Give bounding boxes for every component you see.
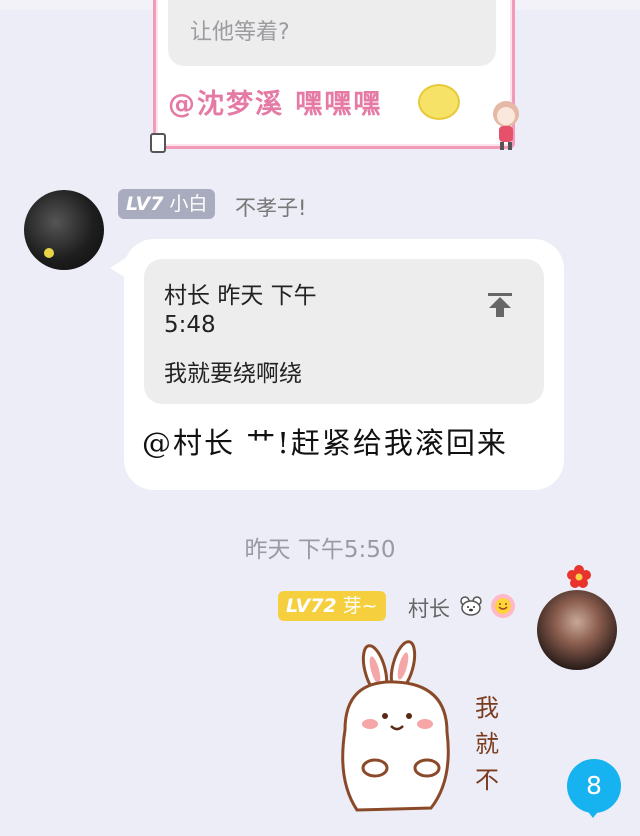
sender-name: 村长 [408, 597, 450, 621]
sticker-caption: 我 就 不 [475, 694, 499, 794]
quoted-reply-text: 让他等着? [190, 20, 290, 45]
avatar-right[interactable] [537, 590, 617, 670]
smile-emoji-icon [491, 594, 515, 618]
chat-timestamp: 昨天 下午5:50 [244, 537, 396, 563]
bear-face-icon [460, 596, 482, 616]
unread-count-badge[interactable]: 8 [567, 759, 621, 813]
jump-to-top-icon[interactable] [485, 290, 515, 320]
sender-title: 不孝子! [235, 196, 307, 220]
chibi-girl-deco-icon [493, 101, 519, 150]
red-flower-icon [567, 565, 591, 588]
quoted-reply-text: 我就要绕啊绕 [164, 361, 302, 387]
decorated-message-text: @沈梦溪 嘿嘿嘿对 [168, 89, 455, 120]
quoted-reply-header: 村长 昨天 下午 [164, 283, 317, 309]
quoted-reply-time: 5:48 [164, 312, 216, 338]
member-level-badge: LV7 小白 [118, 189, 216, 219]
unread-badge-tail [585, 808, 601, 818]
member-level-badge: LV72 芽~ [278, 591, 386, 621]
exclamation-deco-icon [150, 133, 166, 153]
avatar-left[interactable] [24, 190, 104, 270]
message-text: @村长 艹!赶紧给我滚回来 [142, 426, 508, 460]
laughing-emoji-icon [418, 84, 460, 120]
